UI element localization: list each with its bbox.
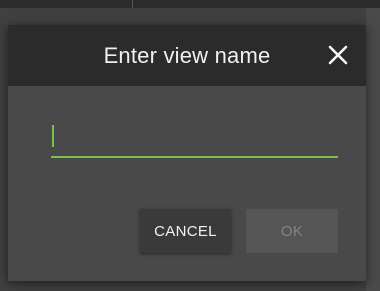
enter-view-name-dialog: Enter view name CANCEL OK — [8, 25, 366, 281]
close-button[interactable] — [318, 35, 358, 75]
app-top-strip — [0, 0, 380, 8]
input-underline — [51, 156, 338, 158]
ok-button[interactable]: OK — [246, 209, 338, 253]
dialog-header: Enter view name — [8, 25, 366, 86]
cancel-button[interactable]: CANCEL — [140, 209, 231, 253]
dialog-title: Enter view name — [103, 43, 271, 68]
text-cursor — [52, 125, 54, 147]
close-icon — [328, 45, 348, 65]
view-name-input[interactable] — [51, 123, 338, 159]
background-panel-edge — [366, 8, 380, 291]
top-strip-divider — [132, 0, 133, 8]
